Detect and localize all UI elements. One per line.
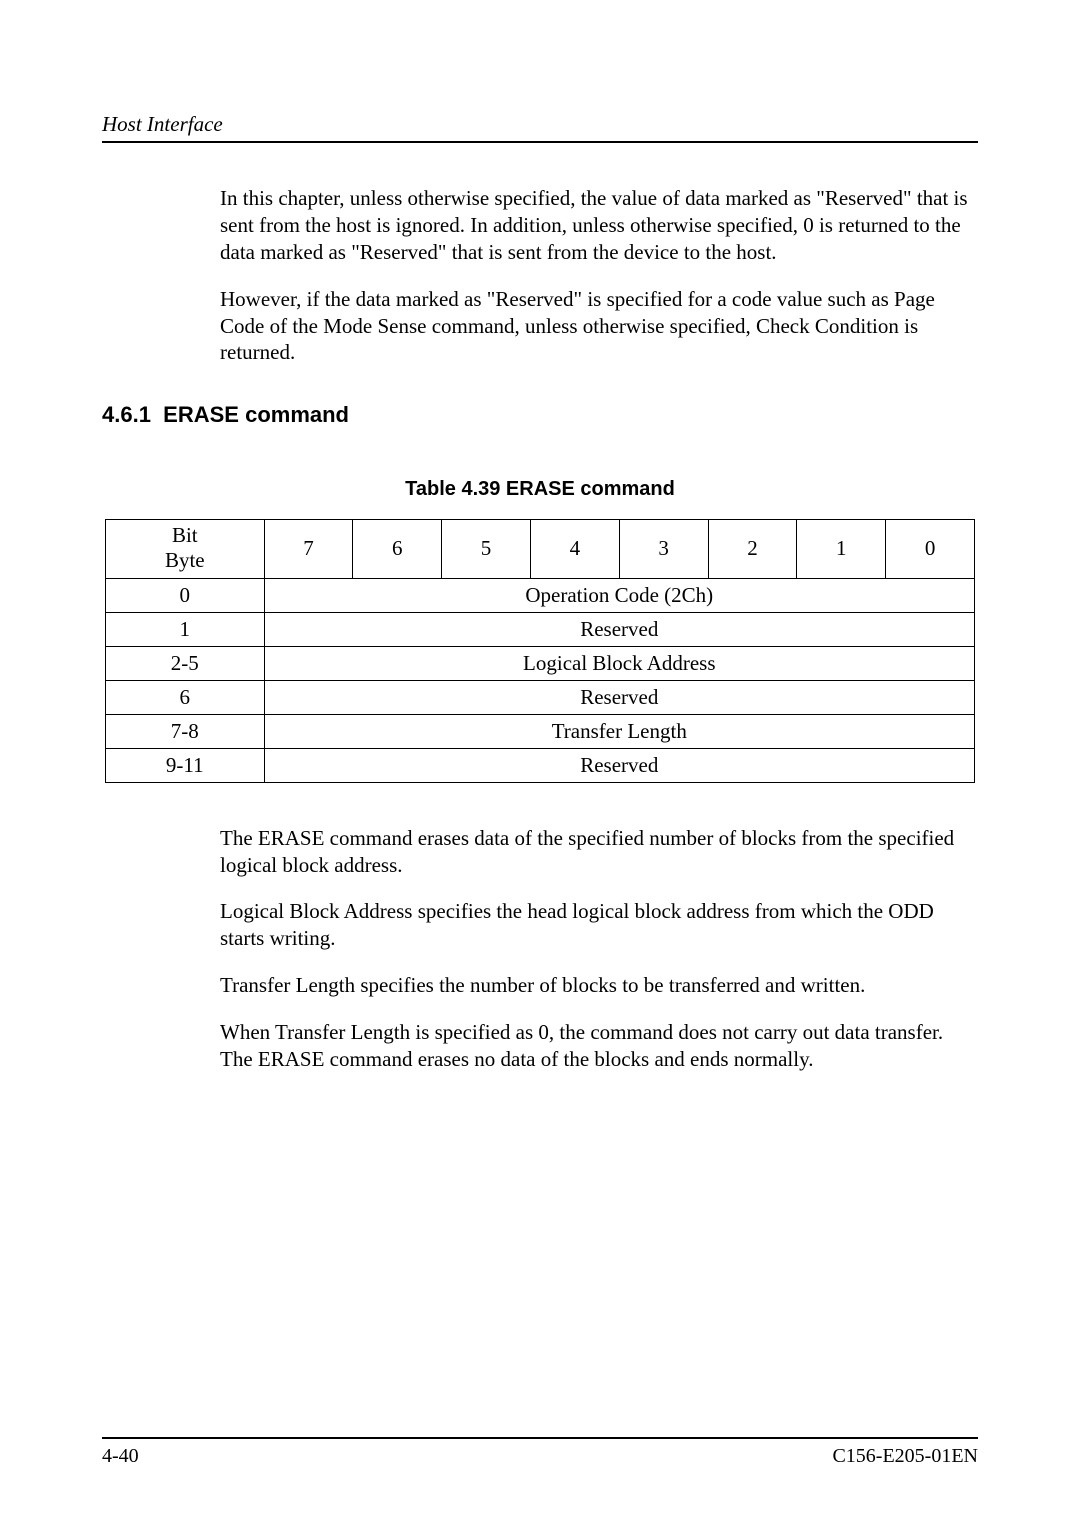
table-row: 7-8 Transfer Length xyxy=(106,714,975,748)
bit-col-3: 3 xyxy=(619,520,708,578)
page-number: 4-40 xyxy=(102,1445,139,1468)
byte-cell: 0 xyxy=(106,578,265,612)
bit-col-5: 5 xyxy=(442,520,531,578)
body-paragraph-2: Logical Block Address specifies the head… xyxy=(220,898,978,952)
page-header: Host Interface xyxy=(102,112,978,143)
bit-col-6: 6 xyxy=(353,520,442,578)
section-title: ERASE command xyxy=(163,402,349,427)
desc-cell: Operation Code (2Ch) xyxy=(264,578,974,612)
desc-cell: Transfer Length xyxy=(264,714,974,748)
table-row: 9-11 Reserved xyxy=(106,748,975,782)
erase-command-table: Bit Byte 7 6 5 4 3 2 1 0 0 Operation Cod… xyxy=(105,519,975,782)
desc-cell: Reserved xyxy=(264,612,974,646)
table-row: 1 Reserved xyxy=(106,612,975,646)
desc-cell: Reserved xyxy=(264,748,974,782)
table-header-row: Bit Byte 7 6 5 4 3 2 1 0 xyxy=(106,520,975,578)
section-number: 4.6.1 xyxy=(102,402,151,427)
header-rule xyxy=(102,141,978,143)
bit-col-1: 1 xyxy=(797,520,886,578)
table-row: 6 Reserved xyxy=(106,680,975,714)
table-row: 0 Operation Code (2Ch) xyxy=(106,578,975,612)
desc-cell: Reserved xyxy=(264,680,974,714)
bit-col-2: 2 xyxy=(708,520,797,578)
table-caption: Table 4.39 ERASE command xyxy=(102,478,978,501)
bit-col-7: 7 xyxy=(264,520,353,578)
page-footer: 4-40 C156-E205-01EN xyxy=(102,1437,978,1468)
byte-cell: 6 xyxy=(106,680,265,714)
bit-label: Bit xyxy=(172,523,198,547)
section-heading: 4.6.1 ERASE command xyxy=(102,402,978,428)
byte-cell: 2-5 xyxy=(106,646,265,680)
bit-col-0: 0 xyxy=(886,520,975,578)
byte-cell: 9-11 xyxy=(106,748,265,782)
intro-paragraph-1: In this chapter, unless otherwise specif… xyxy=(220,185,978,266)
byte-cell: 7-8 xyxy=(106,714,265,748)
body-paragraph-3: Transfer Length specifies the number of … xyxy=(220,972,978,999)
intro-paragraph-2: However, if the data marked as "Reserved… xyxy=(220,286,978,367)
bit-col-4: 4 xyxy=(530,520,619,578)
footer-rule xyxy=(102,1437,978,1439)
desc-cell: Logical Block Address xyxy=(264,646,974,680)
page: Host Interface In this chapter, unless o… xyxy=(0,0,1080,1153)
running-header: Host Interface xyxy=(102,112,978,137)
document-id: C156-E205-01EN xyxy=(832,1445,978,1468)
bit-byte-header: Bit Byte xyxy=(106,520,265,578)
byte-cell: 1 xyxy=(106,612,265,646)
body-paragraph-4: When Transfer Length is specified as 0, … xyxy=(220,1019,978,1073)
byte-label: Byte xyxy=(165,548,205,572)
body-paragraph-1: The ERASE command erases data of the spe… xyxy=(220,825,978,879)
table-row: 2-5 Logical Block Address xyxy=(106,646,975,680)
